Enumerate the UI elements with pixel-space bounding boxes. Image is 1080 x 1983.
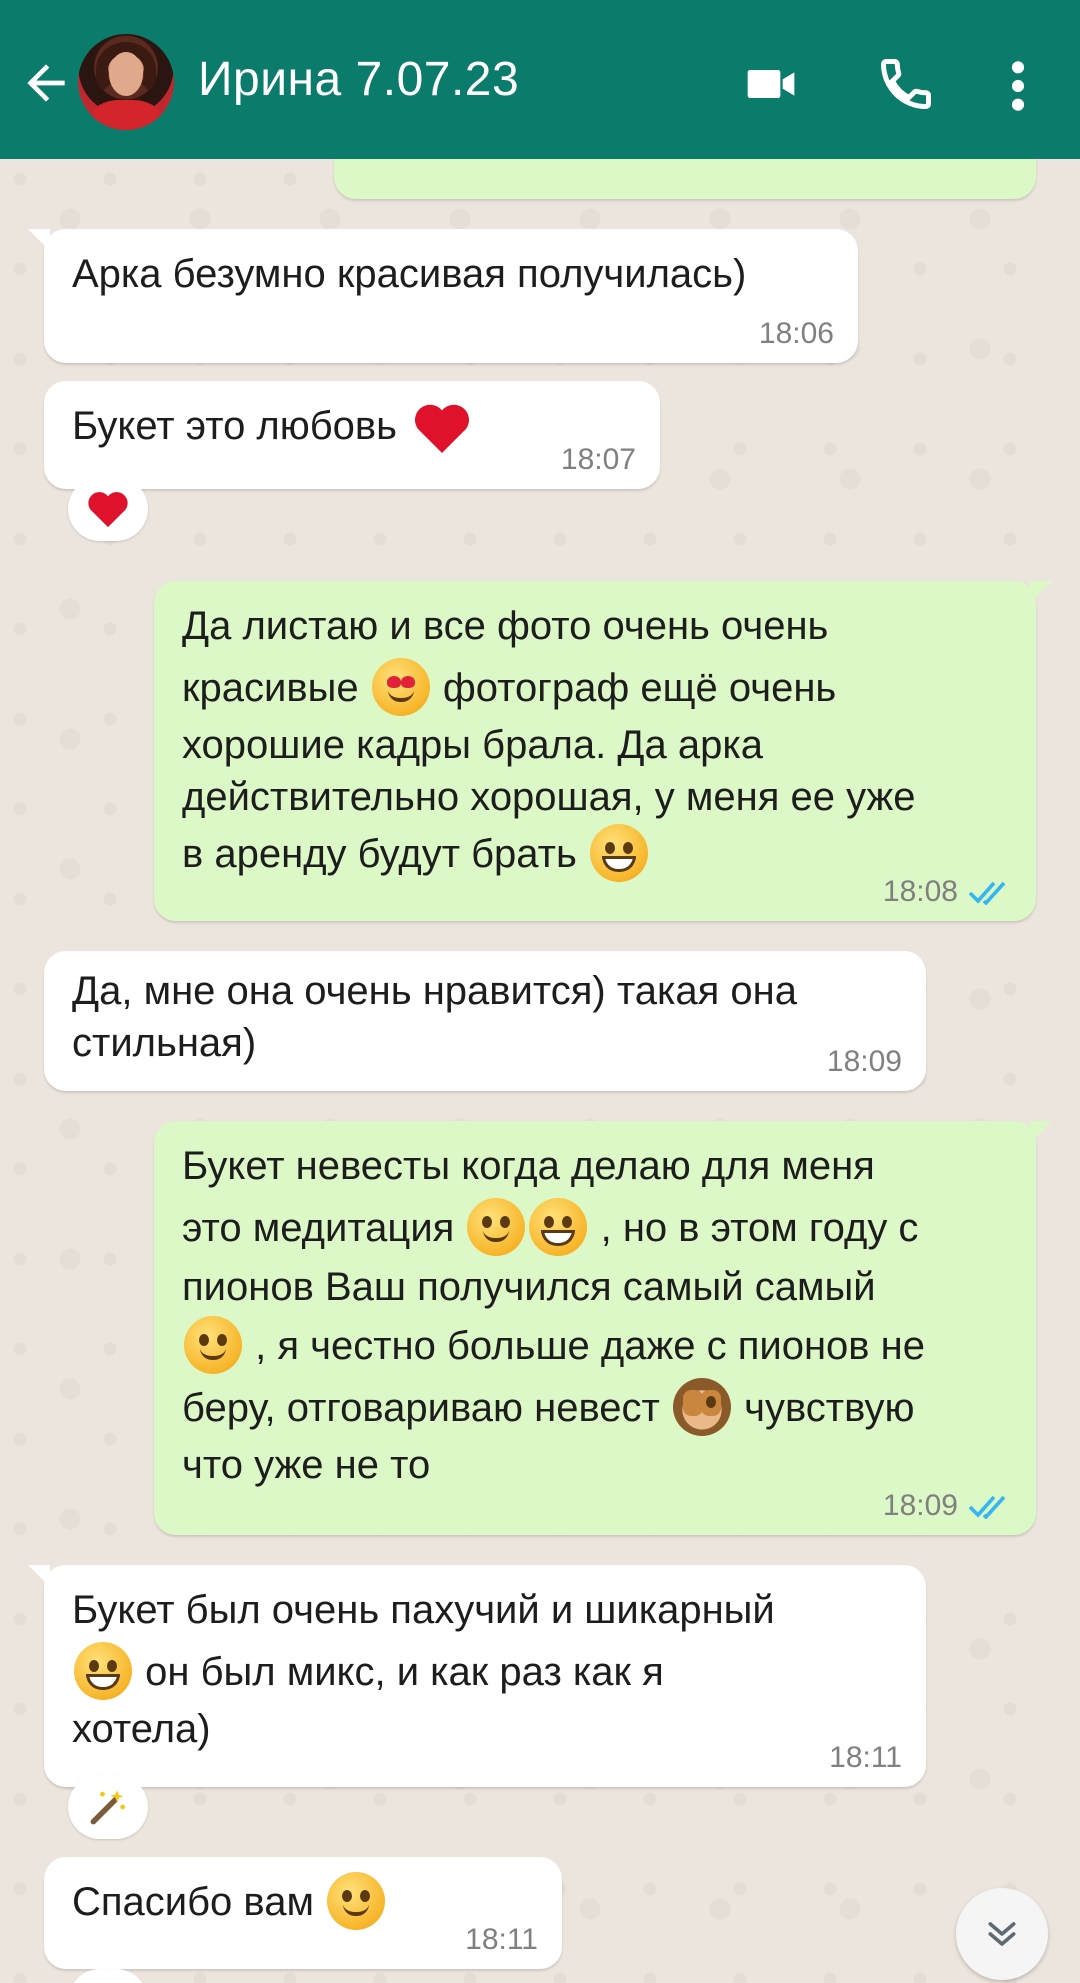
message-text: Арка безумно красивая получилась) — [72, 252, 747, 296]
message-line: в аренду будут брать — [182, 832, 577, 876]
message-line: фотограф ещё очень — [442, 666, 837, 710]
see-no-evil-monkey-emoji-icon — [673, 1378, 731, 1437]
message-line: , я честно больше даже с пионов не — [255, 1324, 925, 1368]
chat-area[interactable]: Арка безумно красивая получилась) 18:06 … — [0, 159, 1080, 1983]
message-line: пионов Ваш получился самый самый — [182, 1265, 876, 1309]
more-options-icon[interactable] — [1000, 58, 1036, 114]
message-line: действительно хорошая, у меня ее уже — [182, 775, 916, 819]
message-bubble-incoming[interactable]: Букет это любовь 18:07 — [44, 381, 660, 489]
back-arrow-icon[interactable] — [18, 55, 74, 111]
message-reaction[interactable] — [68, 1775, 148, 1839]
read-receipt-icon — [968, 881, 1006, 905]
avatar-face — [109, 52, 143, 96]
message-time: 18:09 — [882, 1489, 958, 1522]
message-line: Да, мне она очень нравится) такая она — [72, 969, 797, 1013]
message-time: 18:11 — [465, 1923, 538, 1956]
message-time: 18:09 — [826, 1045, 902, 1078]
grinning-face-emoji-icon — [74, 1642, 132, 1701]
message-time: 18:08 — [882, 875, 958, 908]
smiling-face-with-hearts-emoji-icon — [467, 1198, 526, 1257]
avatar-dress — [92, 100, 160, 130]
contact-name[interactable]: Ирина 7.07.23 — [198, 52, 519, 107]
message-reaction[interactable] — [68, 1969, 148, 1983]
chat-header: Ирина 7.07.23 — [0, 0, 1080, 159]
message-bubble-incoming[interactable]: Да, мне она очень нравится) такая она ст… — [44, 951, 926, 1091]
message-bubble-outgoing[interactable]: Букет невесты когда делаю для меня это м… — [154, 1121, 1052, 1535]
red-heart-icon — [88, 492, 128, 528]
magic-wand-icon — [90, 1790, 126, 1825]
red-heart-emoji-icon — [415, 405, 470, 454]
message-line: Букет был очень пахучий и шикарный — [72, 1588, 775, 1632]
message-line: что уже не то — [182, 1443, 431, 1487]
message-text: Спасибо вам — [72, 1880, 314, 1924]
message-time: 18:06 — [758, 317, 834, 350]
grinning-face-emoji-icon — [589, 824, 648, 883]
smiling-face-emoji-icon — [327, 1872, 386, 1931]
message-time: 18:07 — [560, 443, 636, 476]
message-line: хотела) — [72, 1707, 211, 1751]
message-reaction[interactable] — [68, 477, 148, 541]
message-line: он был микс, и как раз как я — [145, 1650, 664, 1694]
message-line: красивые — [182, 666, 359, 710]
grinning-face-emoji-icon — [529, 1198, 588, 1257]
avatar[interactable] — [78, 34, 174, 130]
message-line: , но в этом году с — [600, 1206, 919, 1250]
message-line: это медитация — [182, 1206, 455, 1250]
message-bubble-incoming[interactable]: Букет был очень пахучий и шикарный он бы… — [28, 1565, 926, 1787]
smiling-face-with-hearts-emoji-icon — [184, 1316, 242, 1375]
read-receipt-icon — [968, 1495, 1006, 1519]
message-line: беру, отговариваю невест — [182, 1386, 660, 1430]
message-bubble-incoming[interactable]: Спасибо вам 18:11 — [44, 1857, 562, 1969]
message-line: стильная) — [72, 1021, 257, 1065]
video-call-icon[interactable] — [740, 56, 802, 112]
voice-call-icon[interactable] — [876, 54, 936, 114]
message-line: хорошие кадры брала. Да арка — [182, 723, 763, 767]
message-bubble-outgoing[interactable]: Да листаю и все фото очень очень красивы… — [154, 581, 1052, 921]
scroll-to-bottom-button[interactable] — [956, 1888, 1048, 1980]
message-line: чувствую — [744, 1386, 915, 1430]
message-bubble-incoming[interactable]: Арка безумно красивая получилась) 18:06 — [28, 229, 858, 363]
message-line: Букет невесты когда делаю для меня — [182, 1144, 875, 1188]
message-time: 18:11 — [829, 1741, 902, 1774]
message-text: Букет это любовь — [72, 404, 398, 448]
double-chevron-down-icon — [988, 1922, 1016, 1946]
message-line: Да листаю и все фото очень очень — [182, 604, 829, 648]
heart-eyes-emoji-icon — [371, 658, 430, 717]
message-bubble-outgoing-partial[interactable] — [334, 159, 1036, 199]
